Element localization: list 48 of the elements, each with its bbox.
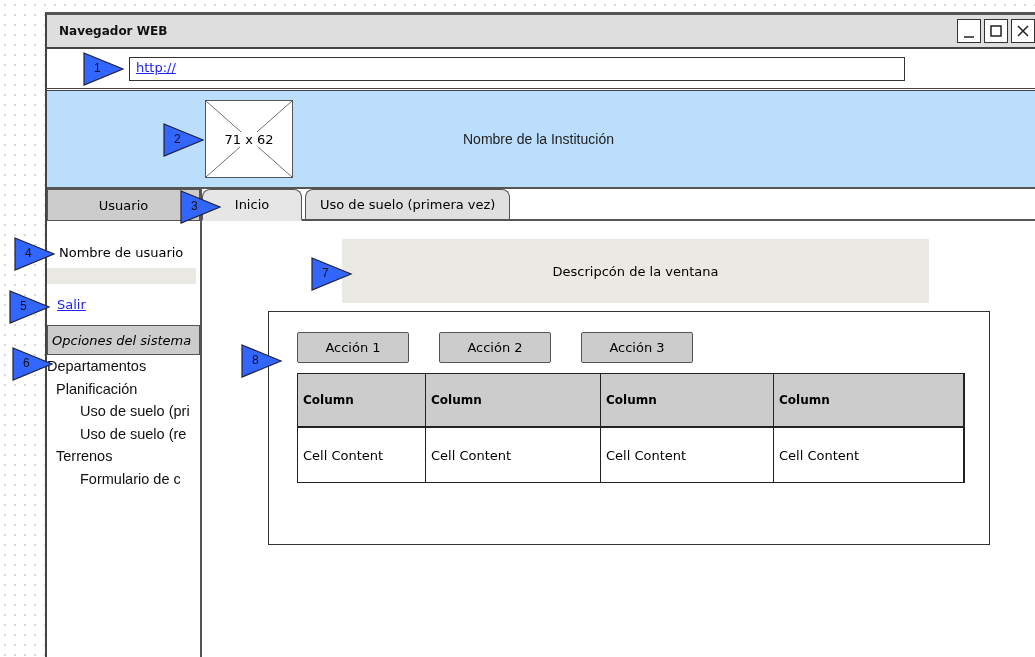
tree-item[interactable]: Formulario de c: [47, 467, 200, 490]
window-description: Descripcón de la ventana: [342, 239, 929, 303]
callout-number: 6: [23, 356, 30, 370]
column-header: Column: [298, 374, 426, 428]
tree-item[interactable]: Planificación: [47, 377, 200, 400]
action-button[interactable]: Acción 1: [297, 332, 409, 363]
callout-number: 8: [252, 353, 259, 367]
action-button[interactable]: Acción 2: [439, 332, 551, 363]
tree-item[interactable]: Uso de suelo (re: [47, 422, 200, 445]
column-header: Column: [426, 374, 601, 428]
maximize-icon: [989, 24, 1003, 38]
callout-number: 7: [322, 266, 329, 280]
tree-item[interactable]: Terrenos: [47, 445, 200, 468]
close-icon: [1016, 24, 1030, 38]
table-cell: Cell Content: [774, 428, 964, 482]
table-cell: Cell Content: [601, 428, 774, 482]
callout-number: 1: [94, 61, 101, 75]
url-link[interactable]: http://: [136, 59, 176, 75]
callout-number: 4: [25, 246, 32, 260]
action-button[interactable]: Acción 3: [581, 332, 693, 363]
callout-number: 5: [20, 299, 27, 313]
tree-item[interactable]: Uso de suelo (pri: [47, 400, 200, 423]
institution-name: Nombre de la Institución: [463, 131, 614, 147]
callout-marker: [9, 290, 51, 324]
table-cell: Cell Content: [426, 428, 601, 482]
logout-link[interactable]: Salir: [57, 297, 86, 312]
window-title: Navegador WEB: [59, 24, 168, 38]
callout-marker: [311, 257, 353, 291]
callout-marker: [241, 344, 283, 378]
table-cell: Cell Content: [298, 428, 426, 482]
close-button[interactable]: [1011, 19, 1035, 43]
callout-marker: [163, 123, 205, 157]
section-heading: Opciones del sistema: [47, 325, 200, 355]
callout-number: 2: [174, 132, 181, 146]
image-size-label: 71 x 62: [222, 131, 276, 147]
column-header: Column: [601, 374, 774, 428]
minimize-icon: [964, 36, 974, 38]
callout-marker: [14, 237, 56, 271]
tab[interactable]: Inicio: [202, 189, 302, 221]
callout-marker: [83, 52, 125, 86]
tab[interactable]: Uso de suelo (primera vez): [305, 189, 511, 219]
address-field[interactable]: http://: [129, 56, 905, 81]
user-name: Nombre de usuario: [59, 245, 185, 260]
maximize-button[interactable]: [984, 19, 1008, 43]
column-header: Column: [774, 374, 964, 428]
callout-number: 3: [191, 199, 198, 213]
tree-item[interactable]: Departamentos: [47, 355, 200, 378]
minimize-button[interactable]: [957, 19, 981, 43]
